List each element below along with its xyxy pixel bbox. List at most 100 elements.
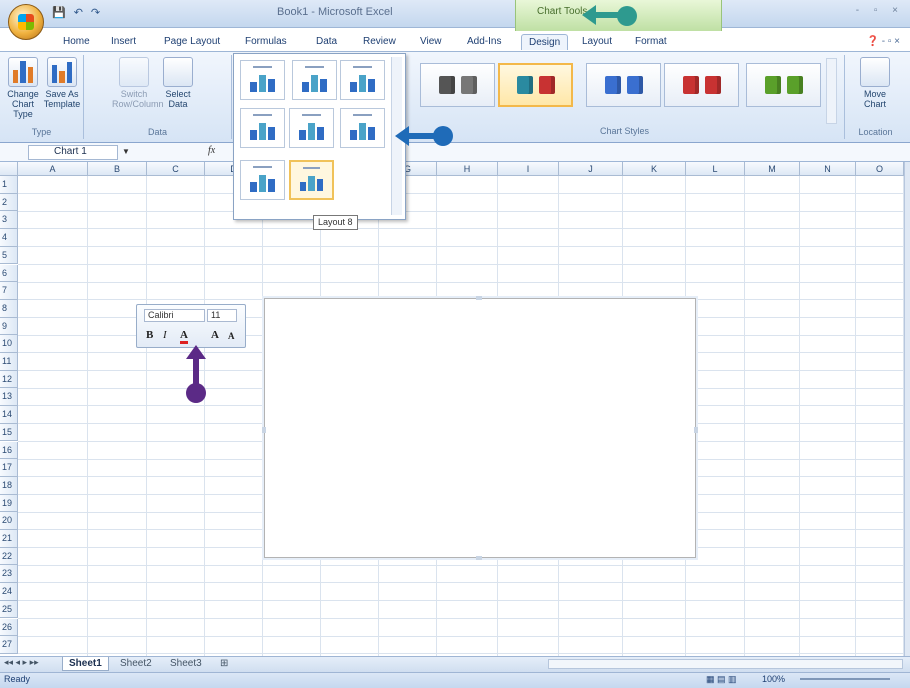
row-header[interactable]: 27 [0, 636, 18, 654]
row-header[interactable]: 18 [0, 476, 18, 495]
resize-handle-right[interactable] [694, 427, 698, 433]
office-button[interactable] [8, 4, 44, 40]
row-header[interactable]: 4 [0, 229, 18, 247]
row-header[interactable]: 6 [0, 264, 18, 283]
grow-font-button[interactable]: A [211, 329, 219, 341]
tab-page-layout[interactable]: Page Layout [164, 36, 220, 47]
row-header[interactable]: 20 [0, 512, 18, 530]
view-buttons-icon[interactable]: ▦ ▤ ▥ [706, 674, 737, 685]
save-icon[interactable]: 💾 [52, 6, 66, 19]
tab-data[interactable]: Data [316, 36, 337, 47]
column-header[interactable]: I [498, 162, 559, 176]
name-box[interactable]: Chart 1 [28, 145, 118, 160]
row-header[interactable]: 22 [0, 547, 18, 566]
chart-layout-2[interactable] [292, 60, 337, 100]
chart-styles-scrollbar[interactable] [826, 58, 837, 124]
column-header[interactable]: N [800, 162, 856, 176]
row-header[interactable]: 21 [0, 530, 18, 548]
chart-area[interactable] [262, 296, 698, 560]
resize-handle-top[interactable] [476, 296, 482, 300]
row-header[interactable]: 7 [0, 282, 18, 300]
name-box-dropdown-icon[interactable]: ▼ [122, 147, 130, 156]
tab-layout[interactable]: Layout [582, 36, 612, 47]
resize-handle-bottom[interactable] [476, 556, 482, 560]
column-header[interactable]: L [686, 162, 745, 176]
undo-icon[interactable]: ↶ [74, 6, 83, 19]
row-header[interactable]: 11 [0, 353, 18, 371]
chart-layout-8[interactable] [289, 160, 334, 200]
tab-add-ins[interactable]: Add-Ins [467, 36, 501, 47]
tab-home[interactable]: Home [63, 36, 90, 47]
font-size-box[interactable]: 11 [207, 309, 237, 322]
chart-style-1[interactable] [420, 63, 495, 107]
column-header[interactable]: K [623, 162, 686, 176]
sheet-tab-sheet1[interactable]: Sheet1 [62, 657, 109, 671]
column-header[interactable]: A [18, 162, 88, 176]
row-header[interactable]: 15 [0, 423, 18, 442]
column-header[interactable]: O [856, 162, 904, 176]
select-all-corner[interactable] [0, 162, 18, 176]
row-header[interactable]: 19 [0, 494, 18, 513]
row-header[interactable]: 8 [0, 299, 18, 318]
column-header[interactable]: C [147, 162, 205, 176]
row-header[interactable]: 10 [0, 335, 18, 353]
zoom-level[interactable]: 100% [762, 674, 785, 684]
column-header[interactable]: M [745, 162, 800, 176]
redo-icon[interactable]: ↷ [91, 6, 100, 19]
sheet-tab-sheet2[interactable]: Sheet2 [114, 657, 158, 671]
sheet-nav-arrows[interactable]: ◂◂ ◂ ▸ ▸▸ [4, 657, 39, 668]
row-header[interactable]: 17 [0, 459, 18, 477]
select-data-button[interactable]: Select Data [158, 57, 198, 109]
tab-format[interactable]: Format [635, 36, 667, 47]
shrink-font-button[interactable]: A [228, 331, 235, 341]
chart-layout-4[interactable] [240, 108, 285, 148]
row-header[interactable]: 13 [0, 388, 18, 407]
row-header[interactable]: 14 [0, 406, 18, 424]
row-header[interactable]: 25 [0, 600, 18, 619]
chart-layout-6[interactable] [340, 108, 385, 148]
row-header[interactable]: 5 [0, 246, 18, 265]
chart-layout-7[interactable] [240, 160, 285, 200]
column-header[interactable]: B [88, 162, 147, 176]
row-header[interactable]: 16 [0, 441, 18, 460]
chart-layout-3[interactable] [340, 60, 385, 100]
zoom-slider[interactable] [800, 678, 890, 680]
move-chart-button[interactable]: Move Chart [857, 57, 893, 109]
column-header[interactable]: J [559, 162, 623, 176]
chart-layout-1[interactable] [240, 60, 285, 100]
column-header[interactable]: H [437, 162, 498, 176]
insert-sheet-icon[interactable]: ⊞ [214, 657, 234, 671]
row-header[interactable]: 26 [0, 618, 18, 637]
italic-button[interactable]: I [163, 329, 167, 341]
change-chart-type-button[interactable]: Change Chart Type [4, 57, 42, 119]
horizontal-scrollbar[interactable] [548, 659, 903, 669]
tab-review[interactable]: Review [363, 36, 396, 47]
row-header[interactable]: 9 [0, 317, 18, 336]
vertical-scrollbar[interactable] [904, 162, 910, 656]
window-controls[interactable]: - ▫ × [856, 5, 904, 16]
row-header[interactable]: 3 [0, 211, 18, 230]
chart-style-3[interactable] [586, 63, 661, 107]
sheet-tab-sheet3[interactable]: Sheet3 [164, 657, 208, 671]
bold-button[interactable]: B [146, 329, 153, 341]
tab-insert[interactable]: Insert [111, 36, 136, 47]
row-header[interactable]: 2 [0, 193, 18, 212]
save-as-template-button[interactable]: Save As Template [42, 57, 82, 109]
row-header[interactable]: 24 [0, 583, 18, 601]
font-color-button[interactable]: A [180, 329, 188, 344]
switch-row-column-button[interactable]: Switch Row/Column [112, 57, 164, 109]
chart-style-2[interactable] [498, 63, 573, 107]
row-header[interactable]: 23 [0, 565, 18, 584]
chart-style-4[interactable] [664, 63, 739, 107]
row-header[interactable]: 12 [0, 370, 18, 389]
insert-function-icon[interactable]: fx [208, 145, 215, 156]
resize-handle-left[interactable] [262, 427, 266, 433]
tab-design[interactable]: Design [521, 34, 569, 50]
chart-layout-5[interactable] [289, 108, 334, 148]
row-header[interactable]: 1 [0, 176, 18, 194]
tab-view[interactable]: View [420, 36, 442, 47]
tab-formulas[interactable]: Formulas [245, 36, 287, 47]
font-name-box[interactable]: Calibri [144, 309, 205, 322]
help-icon[interactable]: ❓ - ▫ × [866, 36, 900, 47]
chart-style-5[interactable] [746, 63, 821, 107]
